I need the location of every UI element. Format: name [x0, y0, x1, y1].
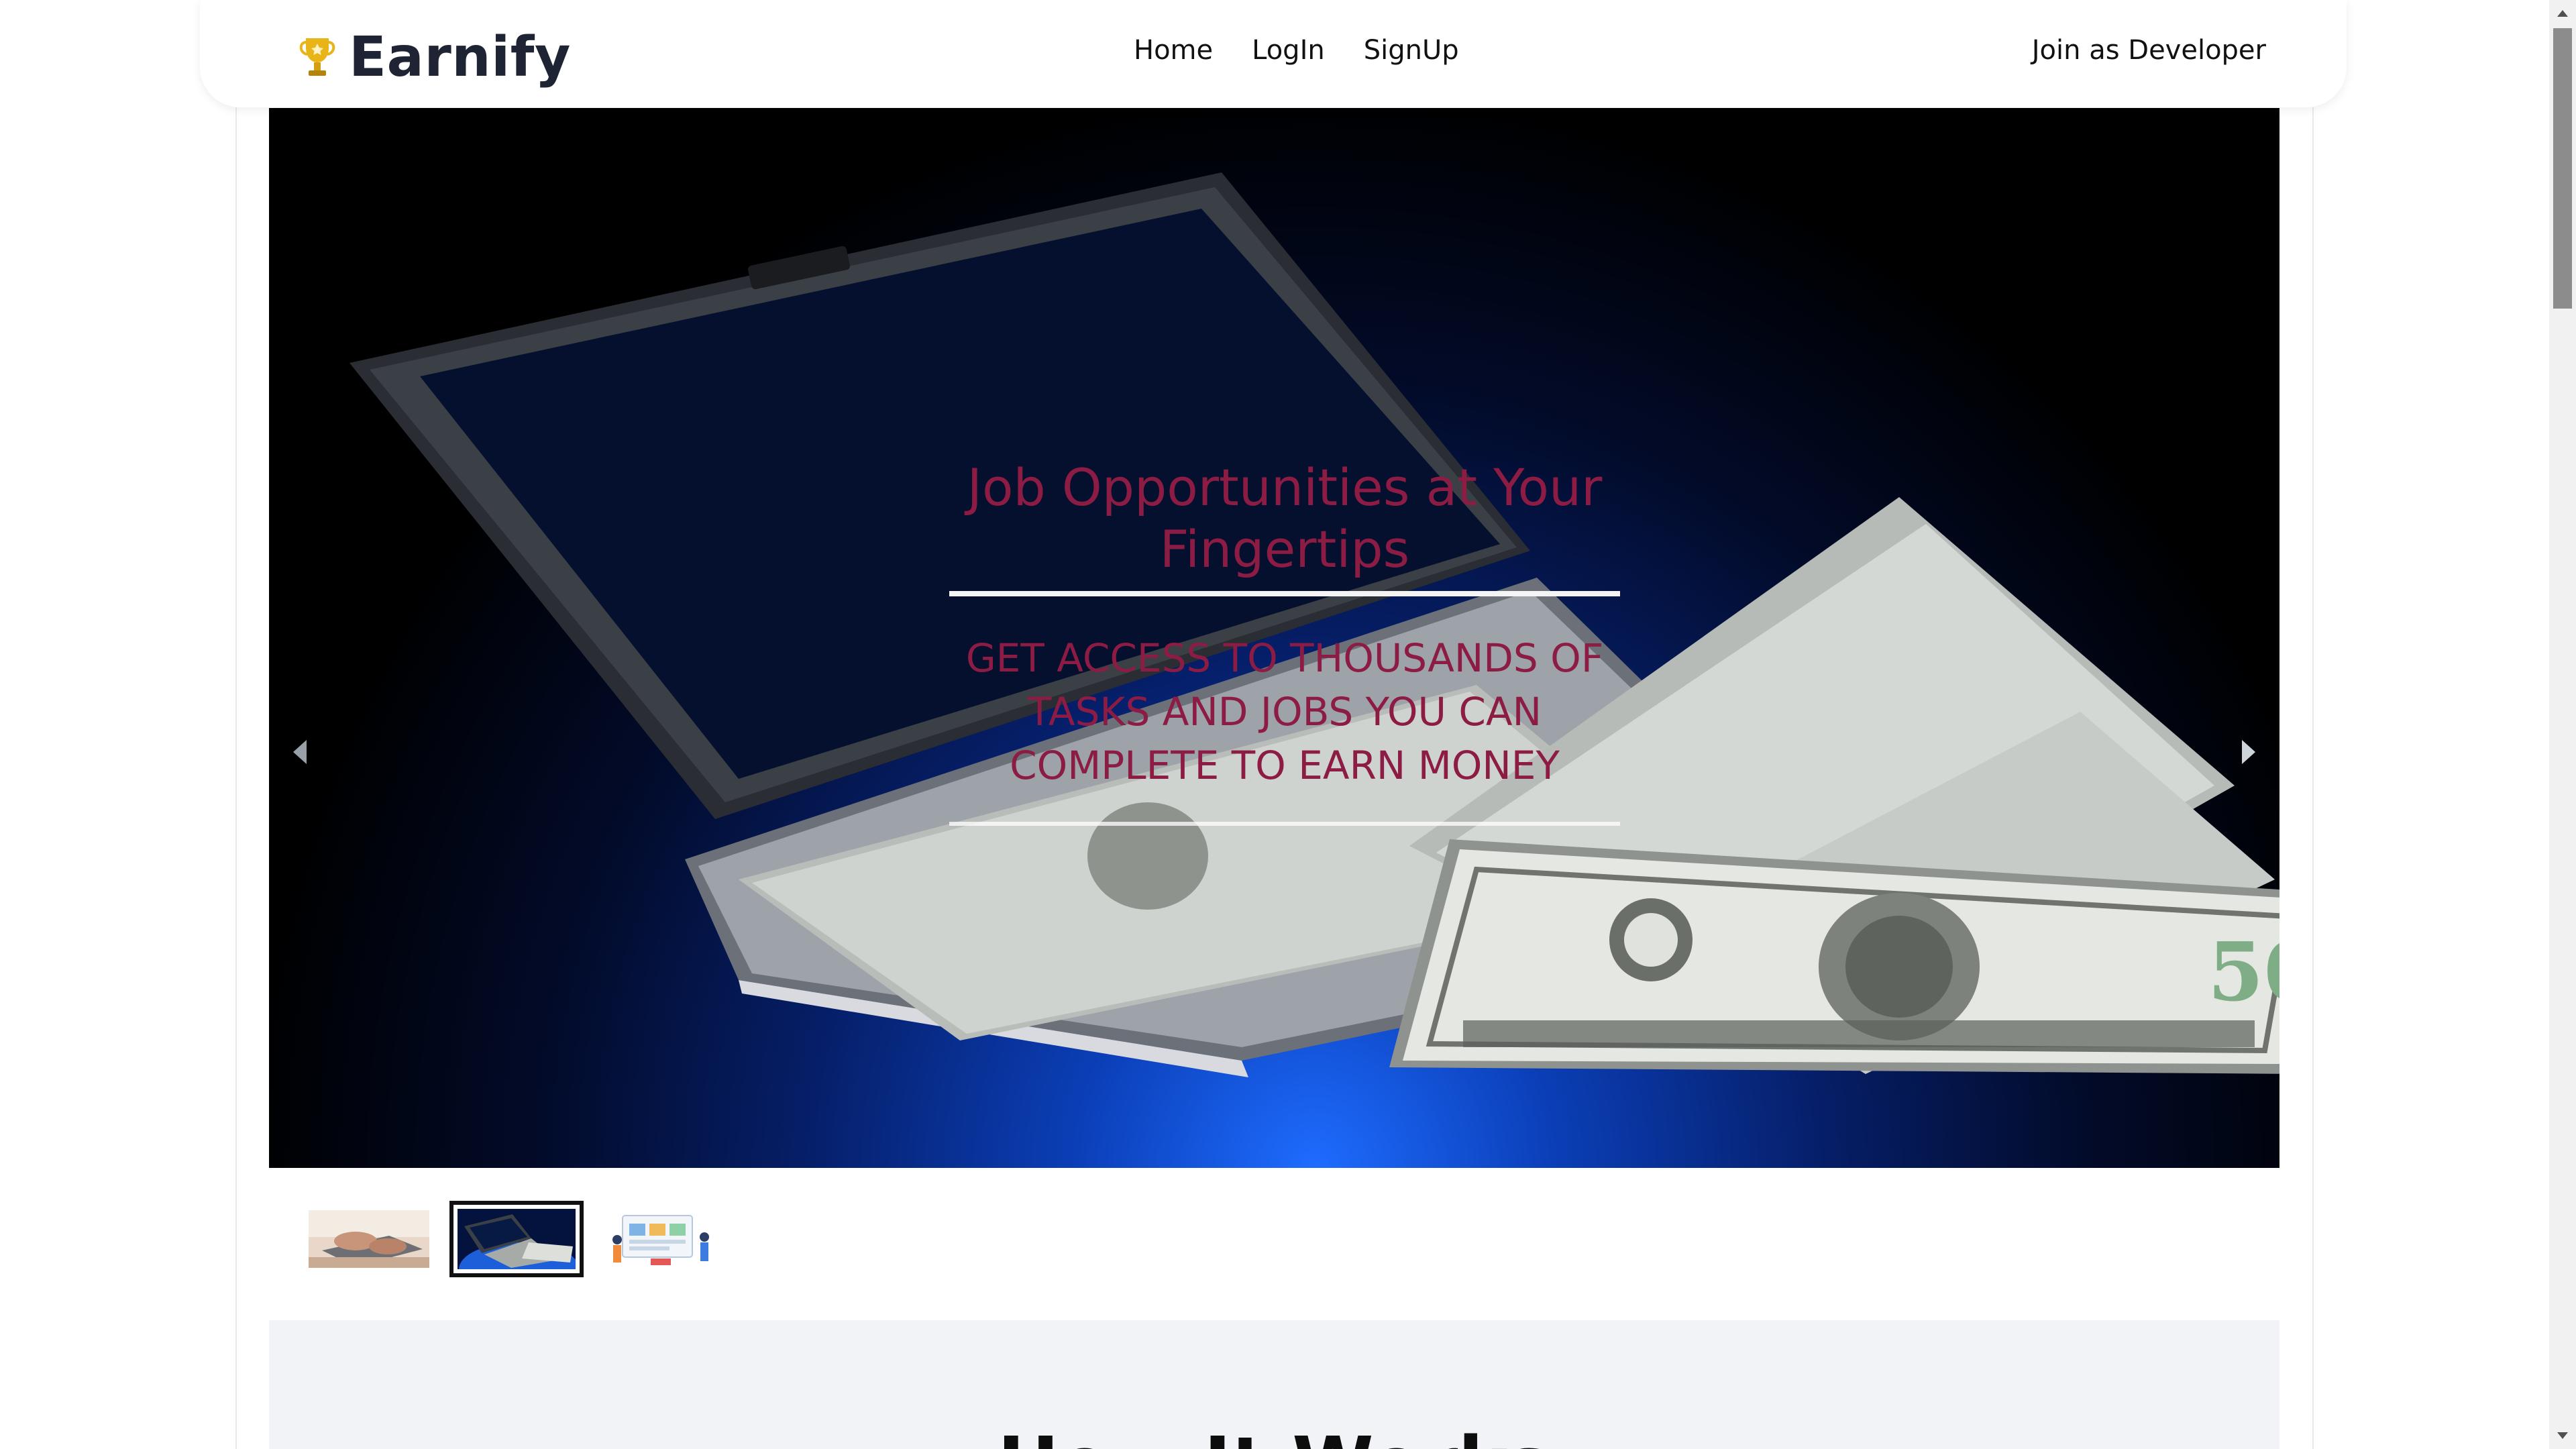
caret-down-icon: [2557, 1432, 2568, 1439]
scroll-up-button[interactable]: [2549, 1, 2576, 25]
scroll-down-button[interactable]: [2549, 1424, 2576, 1448]
brand-name: Earnify: [349, 25, 571, 89]
carousel-thumbnails: [309, 1201, 724, 1277]
brand-logo[interactable]: Earnify: [299, 25, 571, 89]
caret-up-icon: [2557, 10, 2568, 17]
how-it-works-title: How It Works: [269, 1421, 2279, 1449]
caption-divider: [949, 591, 1620, 596]
hero-caption: Job Opportunities at Your Fingertips GET…: [949, 457, 1620, 826]
nav-links: Home LogIn SignUp: [1134, 35, 1459, 66]
nav-home-link[interactable]: Home: [1134, 35, 1213, 66]
nav-login-link[interactable]: LogIn: [1252, 35, 1325, 66]
scroll-thumb[interactable]: [2553, 28, 2572, 309]
navbar: Earnify Home LogIn SignUp Join as Develo…: [200, 0, 2347, 107]
how-it-works-section: How It Works: [269, 1320, 2279, 1449]
caption-divider-bottom: [949, 822, 1620, 826]
chevron-left-icon: [293, 740, 307, 764]
carousel-prev-button[interactable]: [280, 725, 320, 779]
join-developer-link[interactable]: Join as Developer: [2032, 35, 2266, 66]
hero-title: Job Opportunities at Your Fingertips: [967, 458, 1603, 579]
nav-signup-link[interactable]: SignUp: [1364, 35, 1459, 66]
thumbnail-laptop-money[interactable]: [449, 1201, 584, 1277]
hero-subtitle: GET ACCESS TO THOUSANDS OF TASKS AND JOB…: [965, 635, 1604, 788]
chevron-right-icon: [2242, 740, 2255, 764]
hero-carousel: 500 Job Opportunities at Your Fingertips…: [269, 108, 2279, 1168]
page: Earnify Home LogIn SignUp Join as Develo…: [0, 0, 2576, 1449]
banknote-numeral: 500: [2208, 925, 2279, 1020]
thumbnail-laptop-hands[interactable]: [309, 1210, 429, 1268]
carousel-next-button[interactable]: [2229, 725, 2269, 779]
vertical-scrollbar[interactable]: [2549, 0, 2576, 1449]
thumbnail-jobs-illustration[interactable]: [604, 1210, 724, 1268]
trophy-icon: [299, 38, 335, 76]
